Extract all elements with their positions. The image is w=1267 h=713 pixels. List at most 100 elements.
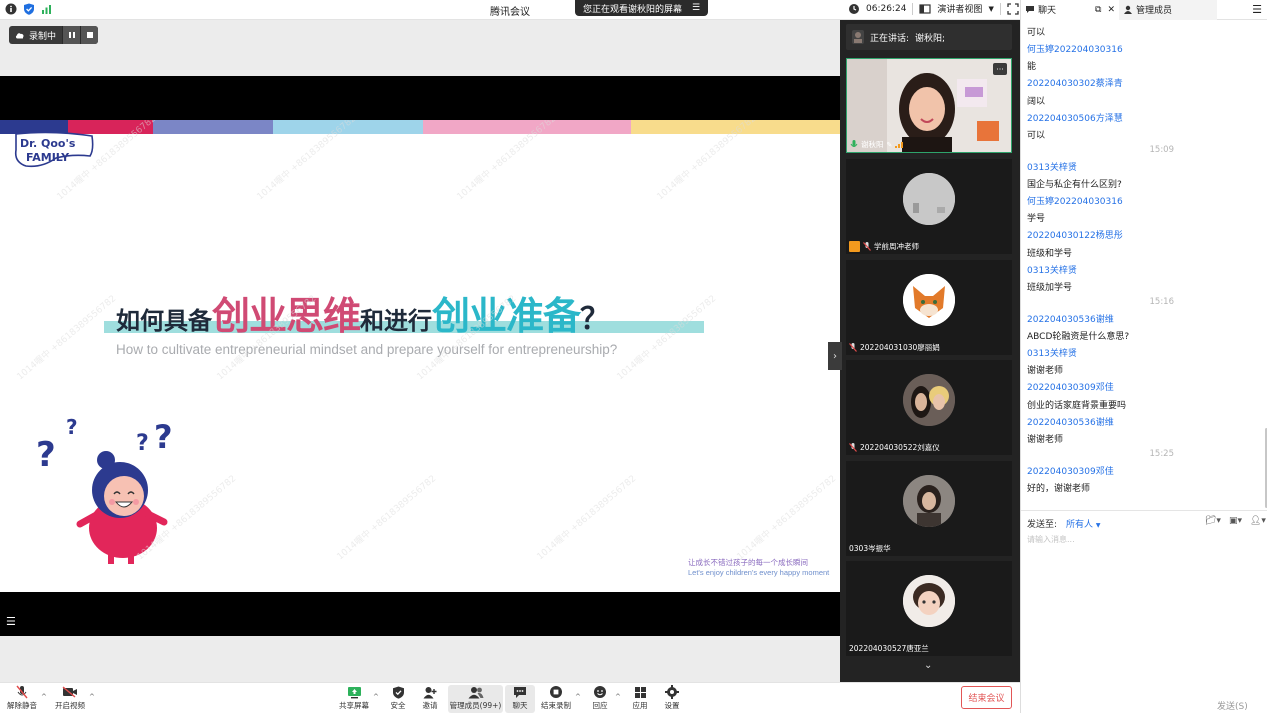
- message-body: 可以: [1027, 28, 1046, 38]
- divider: [912, 2, 914, 15]
- participant-tile[interactable]: 202204031030廖丽娟: [846, 260, 1012, 355]
- participant-avatar: [903, 575, 955, 627]
- svg-text:1014喔中 +8618389556782: 1014喔中 +8618389556782: [534, 472, 638, 562]
- screenshot-icon[interactable]: ▣▾: [1229, 516, 1242, 526]
- popout-icon[interactable]: ⧉: [1095, 5, 1101, 15]
- message-sender[interactable]: 202204030309邓佳: [1027, 380, 1114, 393]
- mic-muted-icon: [849, 343, 857, 352]
- tab-chat-label: 聊天: [1038, 6, 1057, 16]
- start-video-button[interactable]: 开启视频: [50, 685, 90, 713]
- unmute-button[interactable]: 解除静音: [2, 685, 42, 713]
- user-badge-icon: [849, 241, 860, 252]
- message-sender[interactable]: 202204030536谢维: [1027, 312, 1114, 325]
- tab-members[interactable]: 管理成员: [1119, 0, 1217, 20]
- message-body: 国企与私企有什么区别?: [1027, 180, 1122, 190]
- speaking-label: 正在讲话:: [870, 33, 910, 44]
- participant-tile[interactable]: 202204030522刘嘉仪: [846, 360, 1012, 455]
- participant-tile[interactable]: 202204030527唐亚兰: [846, 561, 1012, 656]
- title-part-1: 如何具备: [116, 307, 212, 335]
- shield-icon[interactable]: [23, 3, 35, 15]
- chat-bubble-icon: [514, 686, 526, 698]
- menu-icon[interactable]: ☰: [1252, 3, 1262, 16]
- message-sender[interactable]: 202204030309邓佳: [1027, 464, 1114, 477]
- stop-recording-button[interactable]: [80, 26, 99, 44]
- manage-members-button[interactable]: 管理成员(99+): [448, 685, 503, 713]
- slide-subtitle: How to cultivate entrepreneurial mindset…: [116, 342, 618, 357]
- chat-button[interactable]: 聊天: [505, 685, 535, 713]
- gear-icon: [665, 685, 679, 699]
- tab-members-label: 管理成员: [1136, 6, 1173, 16]
- message-input[interactable]: 请输入消息...: [1027, 534, 1075, 545]
- collapse-panel-button[interactable]: ›: [828, 342, 842, 370]
- status-icons: [5, 3, 53, 15]
- message-sender[interactable]: 0313关梓贤: [1027, 346, 1077, 359]
- signal-icon[interactable]: [41, 3, 53, 15]
- mic-muted-icon: [863, 242, 871, 251]
- chevron-down-icon[interactable]: ⌄: [924, 660, 932, 671]
- shield-icon: [392, 686, 404, 699]
- record-icon: [550, 686, 562, 698]
- send-to-select[interactable]: 所有人 ▼: [1066, 517, 1101, 530]
- share-screen-button[interactable]: 共享屏幕: [334, 685, 374, 713]
- file-icon[interactable]: 📁︎▾: [1205, 516, 1221, 526]
- tab-chat[interactable]: 聊天 ⧉ ✕: [1021, 0, 1119, 20]
- apps-icon: [634, 686, 646, 698]
- message-body: 学号: [1027, 214, 1046, 224]
- meeting-timer: 06:26:24: [866, 3, 907, 14]
- svg-text:1014喔中 +8618389556782: 1014喔中 +8618389556782: [334, 472, 438, 562]
- message-sender[interactable]: 202204030302蔡泽青: [1027, 76, 1123, 89]
- info-icon[interactable]: [5, 3, 17, 15]
- participant-tile[interactable]: 0303岑振华: [846, 461, 1012, 556]
- mic-muted-icon: [16, 685, 28, 699]
- add-user-icon: [423, 686, 437, 698]
- participant-avatar: [903, 274, 955, 326]
- cloud-icon: [15, 33, 24, 39]
- reactions-button[interactable]: 回应: [580, 685, 620, 713]
- user-settings-icon[interactable]: 👤︎▾: [1250, 516, 1266, 526]
- invite-button[interactable]: 邀请: [410, 685, 450, 713]
- view-mode-button[interactable]: 演讲者视图: [937, 2, 982, 15]
- mic-on-icon: [850, 140, 858, 147]
- chevron-down-icon[interactable]: ▼: [988, 5, 993, 13]
- message-sender[interactable]: 202204030506方泽慧: [1027, 111, 1123, 124]
- message-sender[interactable]: 0313关梓贤: [1027, 160, 1077, 173]
- stage-top-bar: 录制中: [0, 20, 840, 76]
- layout-icon[interactable]: [919, 3, 932, 15]
- message-sender[interactable]: 何玉婷202204030316: [1027, 194, 1123, 207]
- participant-name: 202204031030廖丽娟: [849, 342, 940, 353]
- svg-text:1014喔中 +8618389556782: 1014喔中 +8618389556782: [14, 292, 118, 382]
- close-icon[interactable]: ✕: [1107, 5, 1115, 15]
- message-sender[interactable]: 202204030536谢维: [1027, 415, 1114, 428]
- screen-share-banner[interactable]: 您正在观看谢秋阳的屏幕 ☰: [575, 0, 709, 16]
- speaking-name: 谢秋阳;: [915, 33, 946, 44]
- message-sender[interactable]: 何玉婷202204030316: [1027, 42, 1123, 55]
- app-title: 腾讯会议: [490, 7, 530, 18]
- message-sender[interactable]: 0313关梓贤: [1027, 263, 1077, 276]
- send-button[interactable]: 发送(S): [1217, 699, 1248, 712]
- message-body: 阔以: [1027, 97, 1046, 107]
- fullscreen-icon[interactable]: [1007, 2, 1019, 15]
- pause-icon: [68, 32, 75, 38]
- participant-tile[interactable]: 学前周冲老师: [846, 159, 1012, 254]
- chat-panel: 聊天 ⧉ ✕ 管理成员 ☰ 可以 何玉婷202204030316 能 20220…: [1020, 0, 1267, 713]
- chevron-up-icon[interactable]: ^: [41, 693, 47, 701]
- chevron-up-icon[interactable]: ^: [89, 693, 95, 701]
- tile-menu-icon[interactable]: ···: [993, 63, 1007, 75]
- participant-name: 0303岑振华: [849, 544, 891, 553]
- color-strip-4: [273, 120, 423, 134]
- end-recording-button[interactable]: 结束录制: [536, 685, 576, 713]
- end-meeting-button[interactable]: 结束会议: [961, 686, 1012, 709]
- settings-button[interactable]: 设置: [652, 685, 692, 713]
- pause-recording-button[interactable]: [62, 26, 81, 44]
- message-sender[interactable]: 202204030122杨思彤: [1027, 228, 1123, 241]
- message-body: 谢谢老师: [1027, 435, 1064, 445]
- list-icon[interactable]: ☰: [6, 615, 16, 628]
- stage-bottom-bar: [0, 636, 840, 682]
- speaking-indicator: 正在讲话: 谢秋阳;: [846, 24, 1012, 50]
- participant-tile[interactable]: ··· 谢秋阳 ✎: [846, 58, 1012, 153]
- recording-control[interactable]: 录制中: [9, 26, 99, 44]
- banner-menu-icon[interactable]: ☰: [692, 3, 700, 13]
- speaker-avatar-icon: [852, 30, 864, 44]
- color-strip-5: [423, 120, 631, 134]
- chat-bubble-icon: [1026, 6, 1034, 13]
